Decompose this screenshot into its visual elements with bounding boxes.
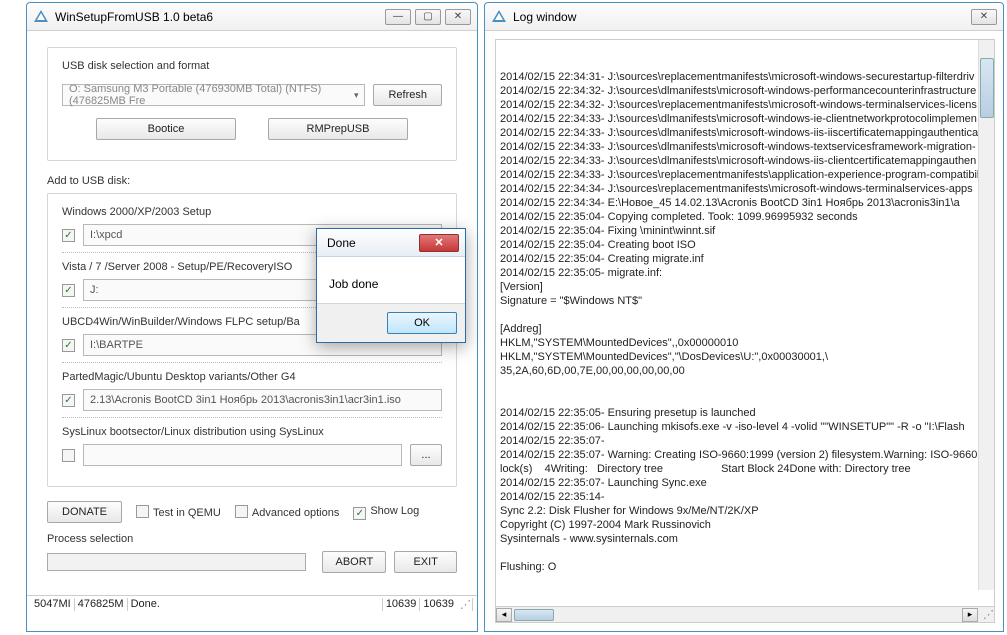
bootice-button[interactable]: Bootice	[96, 118, 236, 140]
scroll-thumb[interactable]	[980, 58, 994, 118]
minimize-button[interactable]: —	[385, 9, 411, 25]
process-selection-label: Process selection	[47, 533, 457, 545]
browse-button[interactable]: ...	[410, 444, 442, 466]
option-checkbox[interactable]	[62, 449, 75, 462]
close-button[interactable]: ✕	[445, 9, 471, 25]
option-label: SysLinux bootsector/Linux distribution u…	[62, 426, 442, 438]
chevron-down-icon	[354, 89, 359, 101]
status-cell: Done.	[128, 598, 383, 611]
refresh-button[interactable]: Refresh	[373, 84, 442, 106]
show-log-option[interactable]: Show Log	[353, 505, 419, 520]
resize-grip-icon[interactable]: ⋰	[457, 598, 473, 611]
dialog-message: Job done	[329, 277, 378, 291]
option-label: Windows 2000/XP/2003 Setup	[62, 206, 442, 218]
status-cell: 476825M	[75, 598, 128, 611]
scroll-right-icon[interactable]: ▸	[962, 608, 978, 622]
done-dialog: Done ✕ Job done OK	[316, 228, 466, 343]
path-input[interactable]	[83, 444, 402, 466]
option-checkbox[interactable]	[62, 339, 75, 352]
option-checkbox[interactable]	[62, 284, 75, 297]
horizontal-scrollbar[interactable]: ◂ ▸ ⋰	[495, 607, 995, 623]
main-title: WinSetupFromUSB 1.0 beta6	[55, 10, 385, 24]
status-cell: 5047MI	[31, 598, 75, 611]
main-titlebar: WinSetupFromUSB 1.0 beta6 — ▢ ✕	[27, 3, 477, 31]
status-cell: 10639	[420, 598, 457, 611]
status-bar: 5047MI 476825M Done. 10639 10639 ⋰	[27, 595, 477, 613]
disk-select[interactable]: O: Samsung M3 Portable (476930MB Total) …	[62, 84, 365, 106]
dialog-title: Done	[327, 236, 356, 250]
exit-button[interactable]: EXIT	[394, 551, 457, 573]
rmprepusb-button[interactable]: RMPrepUSB	[268, 118, 408, 140]
log-close-button[interactable]: ✕	[971, 9, 997, 25]
scroll-thumb[interactable]	[514, 609, 554, 621]
log-window: Log window ✕ 2014/02/15 22:34:31- J:\sou…	[484, 2, 1004, 632]
log-text-area[interactable]: 2014/02/15 22:34:31- J:\sources\replacem…	[495, 39, 995, 607]
path-input[interactable]	[83, 389, 442, 411]
scroll-left-icon[interactable]: ◂	[496, 608, 512, 622]
advanced-options[interactable]: Advanced options	[235, 505, 339, 519]
option-label: PartedMagic/Ubuntu Desktop variants/Othe…	[62, 371, 442, 383]
ok-button[interactable]: OK	[387, 312, 457, 334]
status-cell: 10639	[383, 598, 421, 611]
maximize-button[interactable]: ▢	[415, 9, 441, 25]
test-qemu-option[interactable]: Test in QEMU	[136, 505, 221, 519]
add-section-label: Add to USB disk:	[47, 175, 457, 187]
usb-selection-group: USB disk selection and format O: Samsung…	[47, 47, 457, 161]
log-content: 2014/02/15 22:34:31- J:\sources\replacem…	[500, 70, 990, 574]
progress-bar	[47, 553, 306, 571]
dialog-titlebar: Done ✕	[317, 229, 465, 257]
donate-button[interactable]: DONATE	[47, 501, 122, 523]
usb-section-label: USB disk selection and format	[62, 60, 442, 72]
app-icon	[33, 9, 49, 25]
option-checkbox[interactable]	[62, 394, 75, 407]
log-title: Log window	[513, 10, 971, 24]
abort-button[interactable]: ABORT	[322, 551, 386, 573]
option-checkbox[interactable]	[62, 229, 75, 242]
vertical-scrollbar[interactable]	[978, 40, 994, 590]
app-icon	[491, 9, 507, 25]
dialog-close-button[interactable]: ✕	[419, 234, 459, 252]
log-titlebar: Log window ✕	[485, 3, 1003, 31]
resize-grip-icon[interactable]: ⋰	[978, 608, 994, 621]
